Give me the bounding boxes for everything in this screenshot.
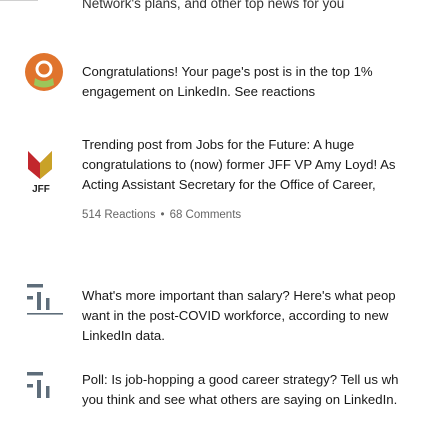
notification-item[interactable]: JFF Trending post from Jobs for the Futu… xyxy=(0,133,437,273)
notification-text-top[interactable]: Network's plans, and other top news for … xyxy=(82,0,432,14)
notification-text[interactable]: Poll: Is job-hopping a good career strat… xyxy=(82,370,422,410)
notification-item[interactable]: Congratulations! Your page's post is in … xyxy=(0,52,437,142)
article-icon xyxy=(27,284,63,329)
notification-item[interactable]: Poll: Is job-hopping a good career strat… xyxy=(0,368,437,438)
notification-item[interactable]: What's more important than salary? Here'… xyxy=(0,284,437,364)
engagement-stats: 514 Reactions • 68 Comments xyxy=(82,207,422,223)
pin-icon xyxy=(24,52,64,97)
comments-count[interactable]: 68 Comments xyxy=(170,209,242,221)
notification-text[interactable]: What's more important than salary? Here'… xyxy=(82,286,422,346)
separator-dot: • xyxy=(160,209,165,221)
notification-text[interactable]: Trending post from Jobs for the Future: … xyxy=(82,135,422,195)
jff-logo-icon: JFF xyxy=(22,145,60,200)
article-icon xyxy=(27,372,63,417)
notification-text[interactable]: Congratulations! Your page's post is in … xyxy=(82,62,422,102)
reactions-count[interactable]: 514 Reactions xyxy=(82,209,156,221)
divider xyxy=(0,0,38,1)
svg-text:JFF: JFF xyxy=(32,184,50,195)
